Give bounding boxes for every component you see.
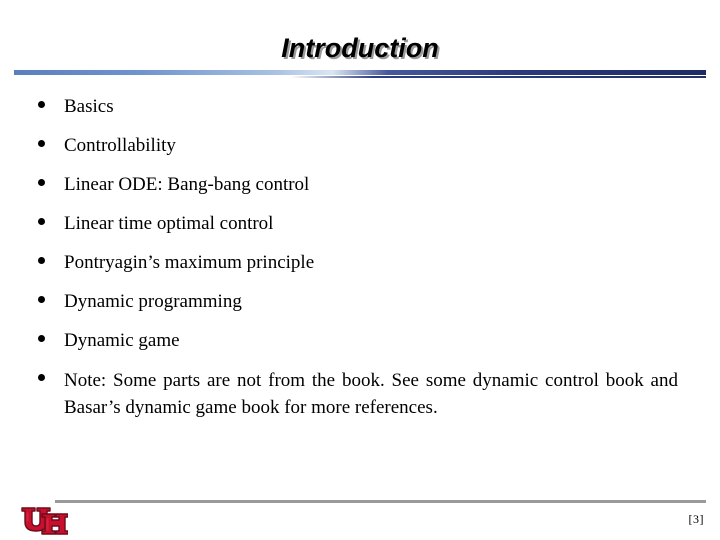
list-item-label: Linear time optimal control [64,213,274,234]
title-area: Introduction [0,30,720,72]
bullet-dot-icon [38,335,45,342]
list-item-label: Note: Some parts are not from the book. … [64,370,678,418]
slide: Introduction Basics Controllability Line… [0,0,720,540]
footer-divider [55,500,706,503]
title-divider [14,70,706,80]
list-item: Pontryagin’s maximum principle [34,250,686,275]
list-item-label: Basics [64,96,114,117]
list-item-label: Pontryagin’s maximum principle [64,252,315,273]
bullet-dot-icon [38,140,45,147]
bullet-dot-icon [38,218,45,225]
bullet-list: Basics Controllability Linear ODE: Bang-… [34,94,686,435]
list-item: Dynamic game [34,328,686,353]
list-item-label: Dynamic game [64,330,180,351]
list-item-label: Dynamic programming [64,291,242,312]
page-title: Introduction [281,33,439,63]
list-item: Linear ODE: Bang-bang control [34,172,686,197]
university-of-houston-logo-icon [20,506,68,536]
divider-thin-line [14,76,706,78]
list-item-label: Controllability [64,135,176,156]
page-number: [3] [688,512,704,526]
list-item: Linear time optimal control [34,211,686,236]
bullet-dot-icon [38,296,45,303]
list-item: Note: Some parts are not from the book. … [34,367,686,421]
list-item: Dynamic programming [34,289,686,314]
list-item-label: Linear ODE: Bang-bang control [64,174,310,195]
bullet-dot-icon [38,101,45,108]
list-item: Basics [34,94,686,119]
bullet-dot-icon [38,257,45,264]
bullet-dot-icon [38,374,45,381]
list-item: Controllability [34,133,686,158]
bullet-dot-icon [38,179,45,186]
divider-gradient-bar [14,70,706,75]
